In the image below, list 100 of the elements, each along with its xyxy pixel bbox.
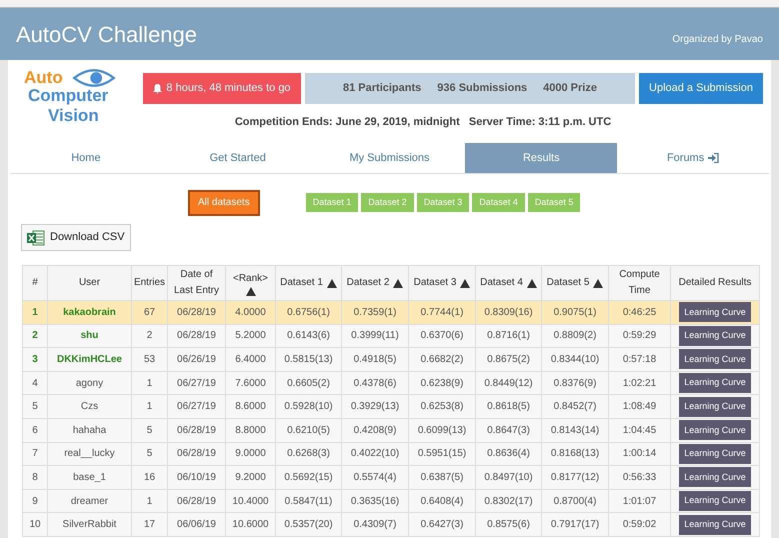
- learning-curve-button[interactable]: Learning Curve: [679, 373, 751, 394]
- organizer-text: Organized by Pavao: [672, 32, 763, 46]
- table-cell: 1:08:49: [622, 401, 656, 412]
- sort-icon[interactable]: [593, 278, 604, 288]
- table-cell: 17: [144, 519, 156, 530]
- column-header: Date of Last Entry: [172, 268, 220, 298]
- column-header: User: [78, 276, 100, 290]
- table-cell: 1: [146, 378, 152, 389]
- table-cell: 0.6605(2): [287, 378, 330, 389]
- nav-tab[interactable]: My Submissions: [314, 143, 466, 173]
- learning-curve-button[interactable]: Learning Curve: [679, 514, 751, 535]
- table-cell: 0.8302(17): [484, 496, 533, 507]
- table-cell: 9.0000: [235, 448, 266, 460]
- table-cell: 0.8376(9): [554, 378, 596, 389]
- competition-info: Competition Ends: June 29, 2019, midnight Server Time: 3:11 p.m. UTC: [234, 114, 612, 130]
- table-cell: 0.4918(5): [354, 354, 396, 365]
- sort-icon[interactable]: [393, 278, 404, 288]
- table-cell: 0.5815(13): [284, 354, 333, 365]
- table-cell: 0.8575(6): [487, 519, 530, 530]
- learning-curve-button[interactable]: Learning Curve: [679, 467, 751, 488]
- table-cell: shu: [80, 330, 98, 342]
- table-cell: real__lucky: [64, 448, 115, 460]
- sort-icon[interactable]: [326, 278, 337, 288]
- table-cell: 0.8452(7): [554, 401, 596, 412]
- table-cell: 06/10/19: [177, 472, 216, 483]
- table-cell: 0.3635(16): [350, 496, 400, 507]
- table-cell: 0.8344(10): [550, 354, 600, 365]
- table-cell: hahaha: [72, 424, 106, 436]
- table-cell: Czs: [80, 401, 98, 412]
- table-cell: 0.5928(10): [284, 401, 333, 412]
- table-cell: 8: [32, 472, 38, 483]
- table-cell: 06/27/19: [177, 401, 216, 412]
- learning-curve-button[interactable]: Learning Curve: [679, 396, 751, 417]
- table-cell: 0:59:02: [622, 519, 656, 530]
- nav-tab[interactable]: Home: [10, 143, 162, 173]
- table-cell: 5: [146, 424, 152, 436]
- table-cell: dreamer: [70, 496, 108, 507]
- stat-text: 81 Participants: [343, 81, 422, 96]
- table-cell: 0.8497(10): [484, 472, 533, 483]
- table-cell: 0.4309(7): [354, 519, 396, 530]
- learning-curve-button[interactable]: Learning Curve: [679, 349, 751, 370]
- upload-button[interactable]: Upload a Submission: [639, 73, 763, 104]
- table-cell: 06/28/19: [177, 424, 216, 436]
- table-cell: 0.8309(16): [484, 306, 533, 318]
- table-cell: 0.3999(11): [351, 330, 399, 342]
- table-cell: 0.5951(15): [418, 448, 466, 460]
- table-cell: 06/28/19: [177, 330, 216, 342]
- table-cell: 0.5847(11): [284, 496, 332, 507]
- table-cell: 6: [32, 424, 38, 436]
- table-cell: 0.7744(1): [420, 306, 464, 318]
- table-cell: 0.5692(15): [284, 472, 333, 483]
- nav-tab[interactable]: Forums: [617, 143, 769, 173]
- table-cell: 53: [144, 354, 156, 365]
- download-csv-button[interactable]: Download CSV: [21, 224, 131, 251]
- table-cell: 0.6370(6): [420, 330, 464, 342]
- table-cell: 06/26/19: [177, 354, 216, 365]
- table-cell: 8.6000: [235, 401, 266, 412]
- table-cell: 0.8618(5): [487, 401, 530, 412]
- column-header: Entries: [134, 276, 166, 290]
- table-cell: SilverRabbit: [62, 519, 116, 530]
- stat-text: 4000 Prize: [543, 81, 597, 96]
- table-cell: DKKimHCLee: [56, 354, 122, 365]
- table-cell: 0.8168(13): [550, 448, 600, 460]
- table-cell: 0.7359(1): [354, 306, 396, 318]
- table-cell: 2: [146, 330, 152, 342]
- sort-icon[interactable]: [246, 286, 256, 296]
- table-cell: 4.0000: [235, 306, 266, 318]
- sort-icon[interactable]: [526, 278, 537, 288]
- nav-tab[interactable]: Get Started: [162, 143, 314, 173]
- column-header: #: [32, 276, 38, 290]
- table-cell: 0.6682(2): [420, 354, 464, 365]
- table-cell: 0.9075(1): [554, 306, 596, 318]
- learning-curve-button[interactable]: Learning Curve: [679, 302, 751, 322]
- column-header: Detailed Results: [678, 276, 752, 290]
- table-cell: 0.3929(13): [350, 401, 400, 412]
- table-cell: 0.5357(20): [284, 519, 333, 530]
- table-cell: 0:57:18: [622, 354, 656, 365]
- learning-curve-button[interactable]: Learning Curve: [679, 491, 751, 512]
- table-cell: 5.2000: [235, 330, 266, 342]
- table-cell: 0:56:33: [622, 472, 656, 483]
- countdown-text: 8 hours, 48 minutes to go: [166, 81, 291, 96]
- table-cell: 1: [146, 496, 152, 507]
- table-cell: 0.8700(4): [554, 496, 596, 507]
- learning-curve-button[interactable]: Learning Curve: [679, 420, 751, 440]
- table-cell: 1:00:14: [622, 448, 656, 460]
- table-cell: 16: [144, 472, 156, 483]
- table-cell: 0.8177(12): [550, 472, 600, 483]
- learning-curve-button[interactable]: Learning Curve: [679, 326, 751, 346]
- stat-text: 936 Submissions: [437, 81, 528, 96]
- table-cell: 0.8636(4): [487, 448, 530, 460]
- table-cell: base_1: [73, 472, 106, 483]
- table-cell: 5: [32, 401, 38, 412]
- spreadsheet-icon: [27, 230, 45, 246]
- table-cell: 0:59:29: [622, 330, 656, 342]
- table-cell: 9: [32, 496, 38, 507]
- sort-icon[interactable]: [460, 278, 470, 288]
- page-title: AutoCV Challenge: [16, 20, 198, 49]
- table-cell: 0.6238(9): [420, 378, 464, 389]
- learning-curve-button[interactable]: Learning Curve: [679, 444, 751, 464]
- table-cell: 06/27/19: [177, 378, 216, 389]
